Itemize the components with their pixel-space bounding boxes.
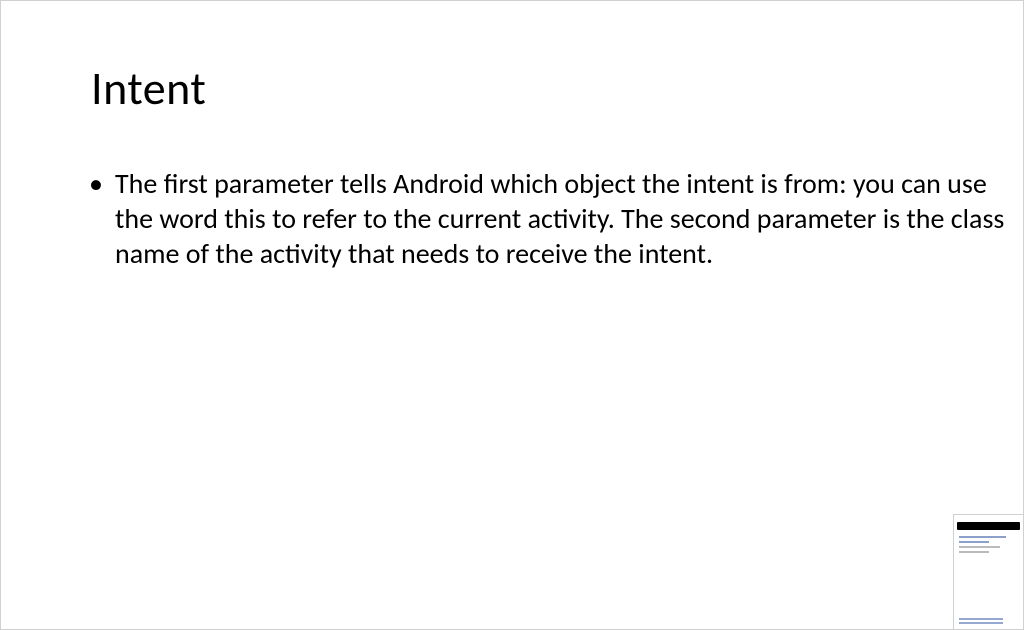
thumbnail-preview — [957, 518, 1020, 626]
slide-frame: Intent The first parameter tells Android… — [0, 0, 1024, 630]
slide-title: Intent — [91, 61, 206, 117]
bullet-item: The first parameter tells Android which … — [89, 166, 1023, 271]
bullet-list: The first parameter tells Android which … — [89, 166, 1023, 271]
next-slide-thumbnail[interactable] — [953, 514, 1023, 629]
